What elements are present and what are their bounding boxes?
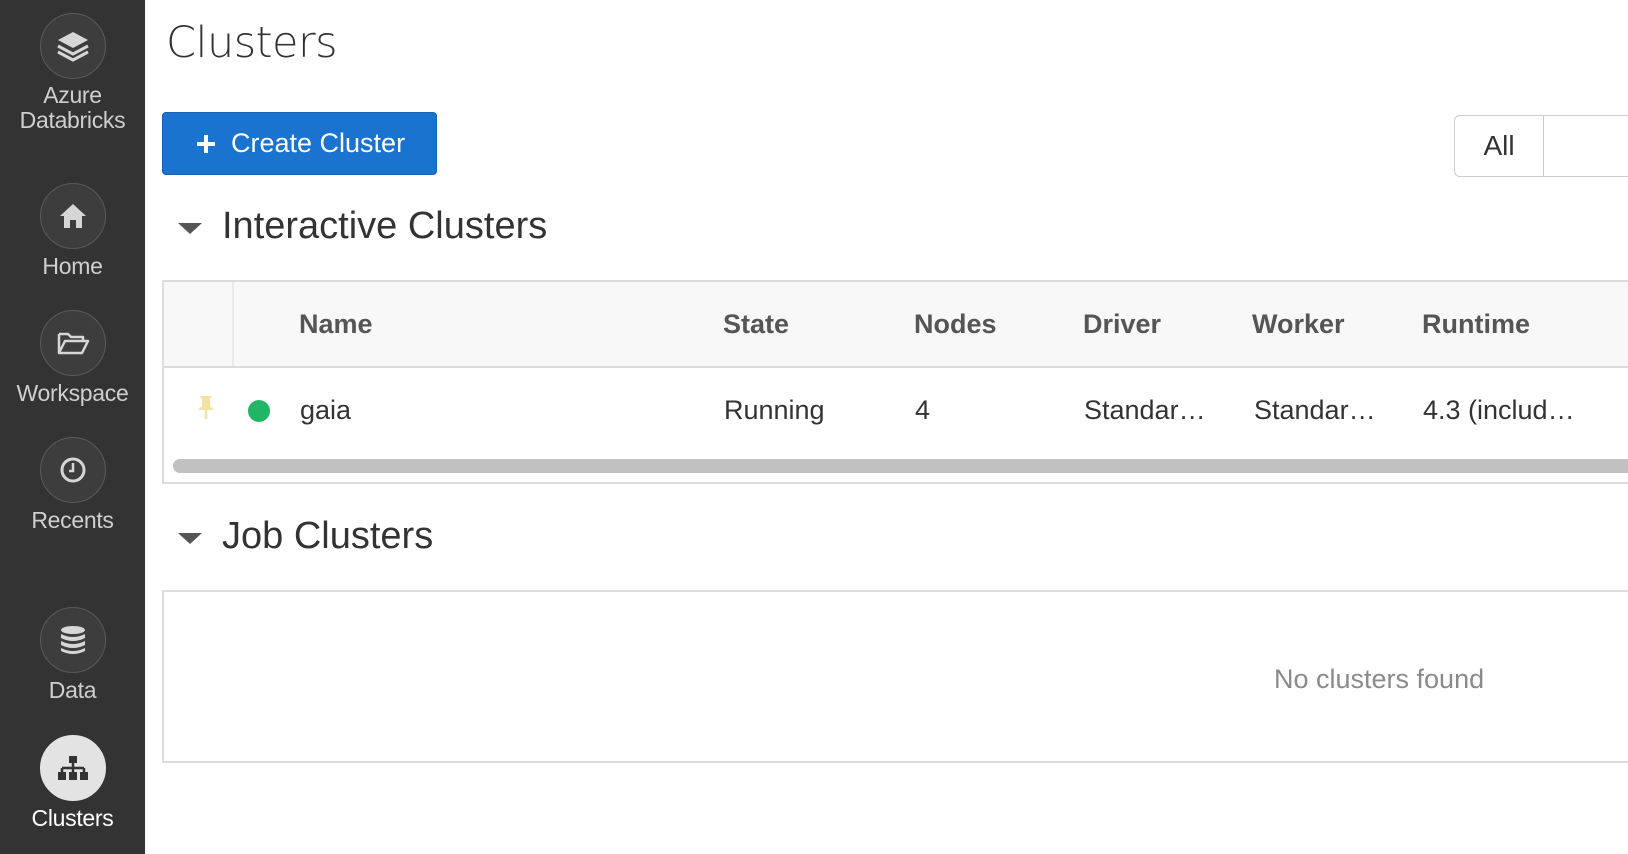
column-header-name[interactable]: Name xyxy=(299,309,373,340)
empty-state-text: No clusters found xyxy=(1274,664,1485,694)
clock-icon xyxy=(39,437,106,503)
brand-label-line1: Azure xyxy=(43,82,102,108)
filter-all-button[interactable]: All xyxy=(1455,116,1544,176)
sidebar-item-label: Data xyxy=(48,677,97,703)
interactive-clusters-table: Name State Nodes Driver Worker Runtime g… xyxy=(162,280,1628,484)
sidebar-item-data[interactable]: Data xyxy=(0,607,145,703)
interactive-clusters-header[interactable]: Interactive Clusters xyxy=(178,205,547,248)
caret-down-icon xyxy=(178,223,202,234)
column-header-state[interactable]: State xyxy=(723,309,789,340)
cluster-state: Running xyxy=(724,395,825,425)
sidebar: Azure Databricks Home Workspace Recents xyxy=(0,0,145,854)
database-icon xyxy=(39,607,106,673)
cluster-nodes: 4 xyxy=(915,395,931,425)
cluster-worker: Standar… xyxy=(1254,395,1376,425)
sidebar-item-label: Workspace xyxy=(16,380,129,406)
column-header-nodes[interactable]: Nodes xyxy=(914,309,997,340)
caret-down-icon xyxy=(178,533,202,544)
cluster-runtime: 4.3 (includ… xyxy=(1423,395,1575,425)
column-header-driver[interactable]: Driver xyxy=(1083,309,1161,340)
sidebar-item-clusters[interactable]: Clusters xyxy=(0,735,145,831)
sitemap-icon xyxy=(39,735,106,801)
create-cluster-button[interactable]: Create Cluster xyxy=(162,112,437,175)
section-title: Job Clusters xyxy=(222,515,434,557)
cluster-driver: Standar… xyxy=(1084,395,1206,425)
sidebar-item-workspace[interactable]: Workspace xyxy=(0,310,145,406)
cluster-name-link[interactable]: gaia xyxy=(300,395,351,426)
table-header: Name State Nodes Driver Worker Runtime xyxy=(164,282,1628,368)
folder-icon xyxy=(39,310,106,376)
sidebar-item-label: Recents xyxy=(31,507,114,533)
pin-icon[interactable] xyxy=(196,394,216,425)
cluster-filter-group: All xyxy=(1454,115,1628,177)
section-title: Interactive Clusters xyxy=(222,205,548,247)
sidebar-item-recents[interactable]: Recents xyxy=(0,437,145,533)
column-header-runtime[interactable]: Runtime xyxy=(1422,309,1530,340)
column-header-worker[interactable]: Worker xyxy=(1252,309,1345,340)
sidebar-item-home[interactable]: Home xyxy=(0,183,145,279)
layers-icon xyxy=(39,13,106,79)
status-running-indicator xyxy=(248,400,270,422)
sidebar-item-label: Clusters xyxy=(31,805,114,831)
sidebar-item-label: Home xyxy=(42,253,103,279)
horizontal-scrollbar[interactable] xyxy=(173,459,1628,473)
job-clusters-header[interactable]: Job Clusters xyxy=(178,515,433,558)
page-title: Clusters xyxy=(166,18,338,68)
brand-label-line2: Databricks xyxy=(19,107,126,133)
home-icon xyxy=(39,183,106,249)
job-clusters-table: No clusters found xyxy=(162,590,1628,763)
create-cluster-label: Create Cluster xyxy=(231,128,406,158)
sidebar-item-azure-databricks[interactable]: Azure Databricks xyxy=(0,13,145,133)
plus-icon xyxy=(195,133,217,155)
